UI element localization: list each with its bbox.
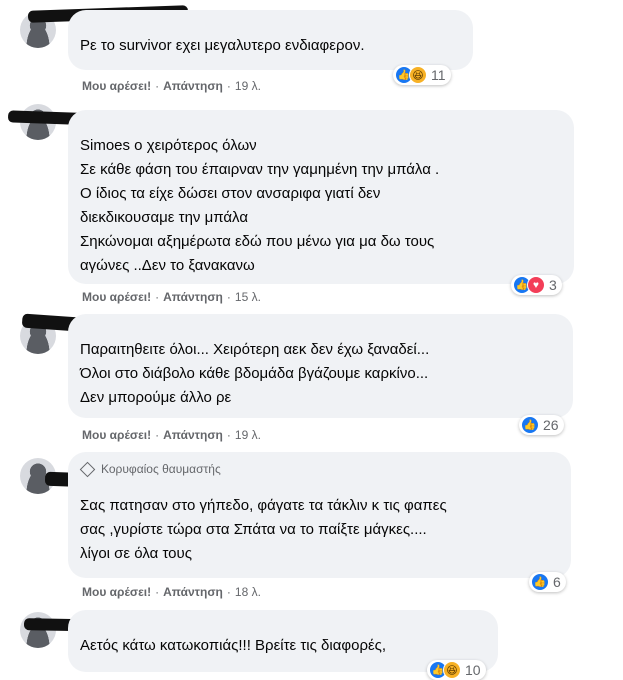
haha-reaction-icon: 😆 [409, 66, 427, 84]
comment-actions: Μου αρέσει! · Απάντηση · 19 λ. [82, 428, 261, 442]
reply-button[interactable]: Απάντηση [163, 290, 223, 304]
comment-actions: Μου αρέσει! · Απάντηση · 15 λ. [82, 290, 261, 304]
comment-text: Σας πατησαν στο γήπεδο, φάγατε τα τάκλιν… [80, 497, 447, 562]
commenter-name[interactable] [80, 478, 559, 494]
reactions-summary[interactable]: 👍 26 [519, 415, 564, 435]
reaction-count: 10 [465, 662, 481, 678]
commenter-name[interactable] [80, 18, 461, 34]
comment-bubble: Ρε το survivor εχει μεγαλυτερο ενδιαφερο… [68, 10, 473, 70]
reply-button[interactable]: Απάντηση [163, 428, 223, 442]
reaction-count: 11 [431, 67, 446, 83]
reactions-summary[interactable]: 👍 ♥ 3 [511, 275, 562, 295]
reactions-summary[interactable]: 👍 😆 11 [393, 65, 451, 85]
love-reaction-icon: ♥ [527, 276, 545, 294]
reply-button[interactable]: Απάντηση [163, 79, 223, 93]
reaction-count: 6 [553, 574, 561, 590]
diamond-icon [79, 461, 96, 477]
timestamp[interactable]: 18 λ. [235, 585, 261, 599]
comment-bubble: Simoes ο χειρότερος όλων Σε κάθε φάση το… [68, 110, 574, 284]
badge-label: Κορυφαίος θαυμαστής [101, 462, 221, 476]
commenter-name[interactable] [80, 618, 486, 634]
timestamp[interactable]: 19 λ. [235, 79, 261, 93]
commenter-name[interactable] [80, 322, 561, 338]
comment-bubble: Παραιτηθειτε όλοι... Χειρότερη αεκ δεν έ… [68, 314, 573, 418]
reply-button[interactable]: Απάντηση [163, 585, 223, 599]
timestamp[interactable]: 15 λ. [235, 290, 261, 304]
like-reaction-icon: 👍 [531, 573, 549, 591]
comment-actions: Μου αρέσει! · Απάντηση · 18 λ. [82, 585, 261, 599]
reactions-summary[interactable]: 👍 6 [529, 572, 566, 592]
comment-text: Ρε το survivor εχει μεγαλυτερο ενδιαφερο… [80, 37, 365, 54]
comment-actions: Μου αρέσει! · Απάντηση · 19 λ. [82, 79, 261, 93]
like-reaction-icon: 👍 [521, 416, 539, 434]
reactions-summary[interactable]: 👍 😆 10 [427, 660, 486, 680]
timestamp[interactable]: 19 λ. [235, 428, 261, 442]
haha-reaction-icon: 😆 [443, 661, 461, 679]
like-button[interactable]: Μου αρέσει! [82, 79, 151, 93]
comment-text: Παραιτηθειτε όλοι... Χειρότερη αεκ δεν έ… [80, 341, 430, 406]
reaction-count: 26 [543, 417, 559, 433]
commenter-name[interactable] [80, 118, 562, 134]
like-button[interactable]: Μου αρέσει! [82, 585, 151, 599]
like-button[interactable]: Μου αρέσει! [82, 290, 151, 304]
reaction-count: 3 [549, 277, 557, 293]
like-button[interactable]: Μου αρέσει! [82, 428, 151, 442]
top-fan-badge: Κορυφαίος θαυμαστής [79, 460, 559, 478]
comment-text: Αετός κάτω κατωκοπιάς!!! Βρείτε τις διαφ… [80, 637, 387, 654]
comment-bubble: Κορυφαίος θαυμαστής Σας πατησαν στο γήπε… [68, 452, 571, 578]
comment-text: Simoes ο χειρότερος όλων Σε κάθε φάση το… [80, 137, 440, 274]
